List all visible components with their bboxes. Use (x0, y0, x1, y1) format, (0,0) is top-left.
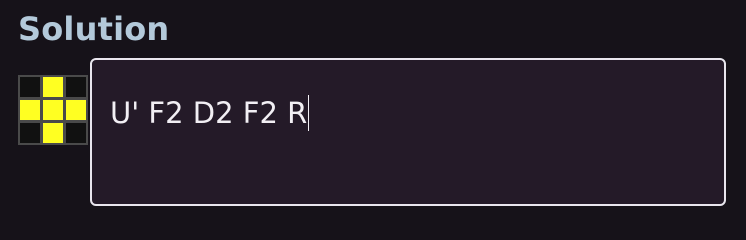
face-sticker-0-1 (43, 77, 63, 97)
face-sticker-1-2 (66, 100, 86, 120)
face-sticker-2-0 (20, 123, 40, 143)
solution-input[interactable]: U' F2 D2 F2 R (90, 58, 726, 206)
face-sticker-2-2 (66, 123, 86, 143)
face-sticker-0-2 (66, 77, 86, 97)
face-sticker-1-0 (20, 100, 40, 120)
text-caret (308, 95, 310, 131)
solution-text[interactable]: U' F2 D2 F2 R (110, 96, 307, 130)
cube-face-icon (18, 75, 88, 145)
face-sticker-0-0 (20, 77, 40, 97)
section-title: Solution (18, 10, 170, 48)
face-sticker-1-1 (43, 100, 63, 120)
face-sticker-2-1 (43, 123, 63, 143)
